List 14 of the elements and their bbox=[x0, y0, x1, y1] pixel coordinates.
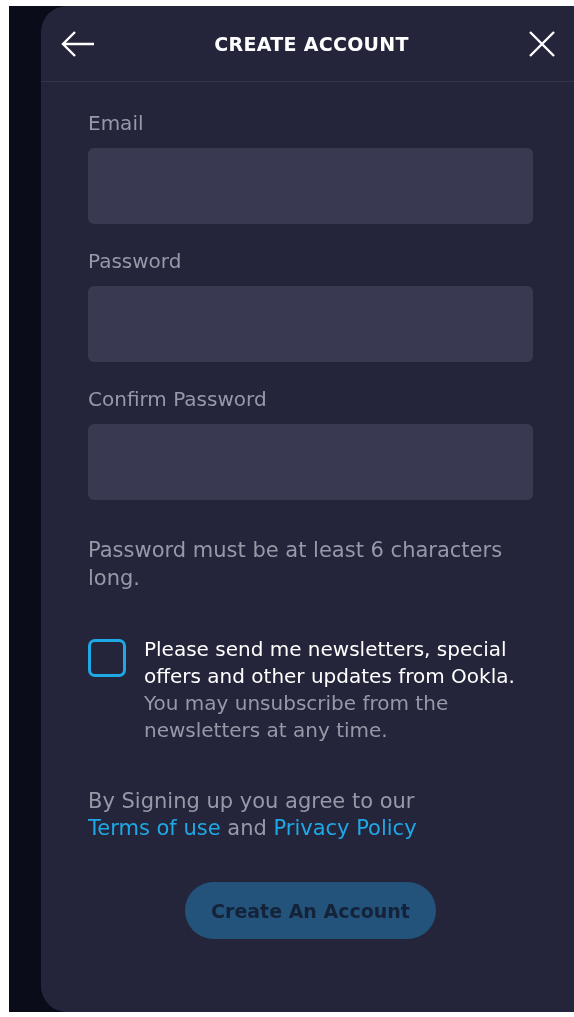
field-label: Email bbox=[88, 112, 145, 134]
close-icon bbox=[528, 29, 556, 58]
password-hint: Password must be at least 6 characters long. bbox=[88, 537, 504, 592]
back-arrow-icon bbox=[61, 29, 95, 58]
newsletter-consent-text: Please send me newsletters, special offers and other updates from Ookla. You may unsubscribe from the newsletters at any time. bbox=[144, 636, 516, 744]
newsletter-checkbox[interactable] bbox=[88, 639, 126, 677]
field-label: Password bbox=[88, 250, 183, 272]
legal-link[interactable]: Terms of use bbox=[88, 816, 221, 840]
screen-title: CREATE ACCOUNT bbox=[214, 32, 409, 55]
legal-link[interactable]: Privacy Policy bbox=[273, 816, 417, 840]
back-button[interactable] bbox=[61, 29, 95, 58]
close-button[interactable] bbox=[528, 29, 556, 58]
field-label: Confirm Password bbox=[88, 388, 268, 410]
legal-agreement-text: By Signing up you agree to our Terms of use and Privacy Policy bbox=[88, 788, 418, 842]
